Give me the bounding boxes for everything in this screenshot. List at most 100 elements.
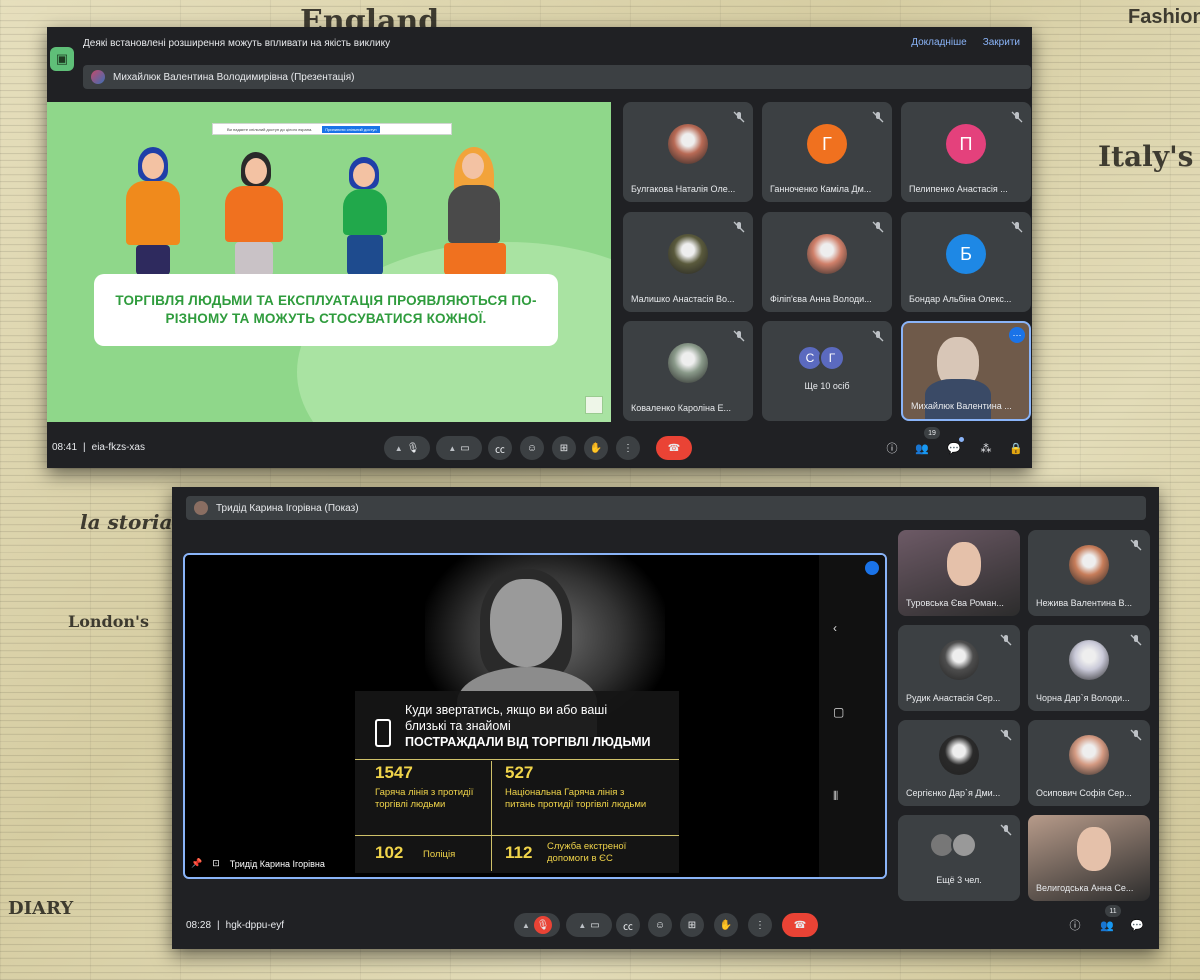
participant-tile[interactable]: ⋯ Михайлюк Валентина ... [901,321,1031,421]
chevron-up-icon[interactable]: ▲ [395,444,403,453]
meeting-time: 08:41 [52,442,78,453]
camera-button-group[interactable]: ▲ ▭ [436,436,482,460]
chevron-up-icon[interactable]: ▲ [448,444,456,453]
banner-details-link[interactable]: Докладніше [911,37,967,48]
self-video-body [925,379,991,419]
illustration-woman-2 [219,152,289,277]
participant-tile[interactable]: Нежива Валентина В... [1028,530,1150,616]
info-icon[interactable]: ⓘ [1067,917,1083,933]
hotline-desc-1: Гаряча лінія з протидії торгівлі людьми [375,787,474,810]
participants-count-badge: 19 [924,427,940,439]
slide-logo [585,396,603,414]
captions-button[interactable]: ㏄ [616,913,640,937]
participant-tile[interactable]: Філіп'єва Анна Володи... [762,212,892,312]
more-icon: ⋮ [623,442,633,454]
participant-tile[interactable]: Велигодська Анна Се... [1028,815,1150,901]
chevron-up-icon[interactable]: ▲ [522,921,530,930]
participant-tile[interactable]: Б Бондар Альбіна Олекс... [901,212,1031,312]
participant-tile[interactable]: Коваленко Кароліна Е... [623,321,753,421]
share-notice-text: Ви надаєте спільний доступ до цілого екр… [227,126,313,132]
participant-tile[interactable]: Ещё 3 чел. [898,815,1020,901]
participant-tile[interactable]: Сергієнко Дар`я Дми... [898,720,1020,806]
mic-muted-icon [1000,823,1012,836]
extension-icon[interactable]: ▣ [50,47,74,71]
more-options-icon[interactable]: ⋯ [1009,327,1025,343]
activities-icon[interactable]: ⁂ [978,440,994,456]
divider [355,759,679,760]
more-options-button[interactable]: ⋮ [616,436,640,460]
mic-button-group[interactable]: ▲ 🎙 [384,436,430,460]
mic-muted-icon [872,110,884,123]
participant-tile[interactable]: Г Ганноченко Каміла Дм... [762,102,892,202]
banner-close-link[interactable]: Закрити [983,37,1020,48]
chat-icon[interactable]: 💬 [1129,917,1145,933]
illustration-woman-4 [432,147,512,277]
end-call-icon: ☎ [667,442,681,454]
participant-name: Нежива Валентина В... [1036,598,1133,608]
participant-tile[interactable]: Туровська Єва Роман... [898,530,1020,616]
pin-icon[interactable]: 📌 [191,858,202,869]
recent-apps-icon[interactable]: ⦀ [833,789,845,803]
mic-muted-icon [733,329,745,342]
participant-tile[interactable]: Булгакова Наталія Оле... [623,102,753,202]
mic-off-icon[interactable]: 🎙 [533,916,552,934]
end-call-button[interactable]: ☎ [656,436,692,460]
more-participants-label: Ещё 3 чел. [936,875,982,885]
participant-video [946,542,981,587]
mic-icon[interactable]: 🎙 [407,443,420,454]
meeting-clock: 08:28 | hgk-dppu-eyf [186,920,285,931]
people-icon[interactable]: 👥 [1099,917,1115,933]
participant-tile[interactable]: П Пелипенко Анастасія ... [901,102,1031,202]
emoji-button[interactable]: ☺ [520,436,544,460]
hotline-number-2: 527 [505,763,534,782]
captions-button[interactable]: ㏄ [488,436,512,460]
present-button[interactable]: ⊞ [552,436,576,460]
participant-tile[interactable]: С Г Ще 10 осіб [762,321,892,421]
mic-button-group[interactable]: ▲ 🎙 [514,913,560,937]
captions-icon: ㏄ [495,444,505,456]
emoji-icon: ☺ [654,919,666,931]
more-options-button[interactable]: ⋮ [748,913,772,937]
end-call-button[interactable]: ☎ [782,913,818,937]
emoji-button[interactable]: ☺ [648,913,672,937]
raise-hand-button[interactable]: ✋ [714,913,738,937]
camera-icon[interactable]: ▭ [460,443,469,454]
participant-name: Осипович Софія Сер... [1036,788,1132,798]
presenter-label: Михайлюк Валентина Володимирівна (Презен… [113,71,355,83]
newspaper-headline-decor: la storia [80,510,173,534]
present-button[interactable]: ⊞ [680,913,704,937]
chevron-up-icon[interactable]: ▲ [578,921,586,930]
camera-icon[interactable]: ▭ [590,920,599,931]
raise-hand-button[interactable]: ✋ [584,436,608,460]
stop-sharing-button[interactable]: Припинити спільний доступ [322,125,380,133]
fullscreen-icon[interactable]: ⊡ [212,858,220,869]
hotline-desc-2: Національна Гаряча лінія з питань протид… [505,787,647,810]
info-icon[interactable]: ⓘ [884,440,900,456]
people-icon[interactable]: 👥 [914,440,930,456]
banner-text: Деякі встановлені розширення можуть впли… [83,37,391,49]
participant-tile[interactable]: Чорна Дар`я Володи... [1028,625,1150,711]
home-icon[interactable]: ▢ [833,705,845,719]
camera-button-group[interactable]: ▲ ▭ [566,913,612,937]
hotline-number-4: 112 [505,843,533,862]
chat-icon[interactable]: 💬 [946,440,962,456]
hotline-number-3: 102 [375,843,404,862]
participant-avatar: Б [946,234,986,274]
mic-muted-icon [733,110,745,123]
participant-tile[interactable]: Малишко Анастасія Во... [623,212,753,312]
divider [355,835,679,836]
presenter-avatar [194,501,208,515]
participant-avatar [668,124,708,164]
participants-count-badge: 11 [1105,905,1121,917]
back-icon[interactable]: ‹ [833,621,845,635]
participant-avatar [668,234,708,274]
lock-icon[interactable]: 🔒 [1008,440,1024,456]
illustration-woman-1 [122,147,182,277]
mic-muted-icon [1130,728,1142,741]
meeting-time: 08:28 [186,920,212,931]
participant-tile[interactable]: Рудик Анастасія Сер... [898,625,1020,711]
meet-window-2: Тридід Карина Ігорівна (Показ) Куди звер… [172,487,1159,949]
newspaper-headline-decor: London's [68,612,149,631]
end-call-icon: ☎ [793,919,807,931]
participant-tile[interactable]: Осипович Софія Сер... [1028,720,1150,806]
